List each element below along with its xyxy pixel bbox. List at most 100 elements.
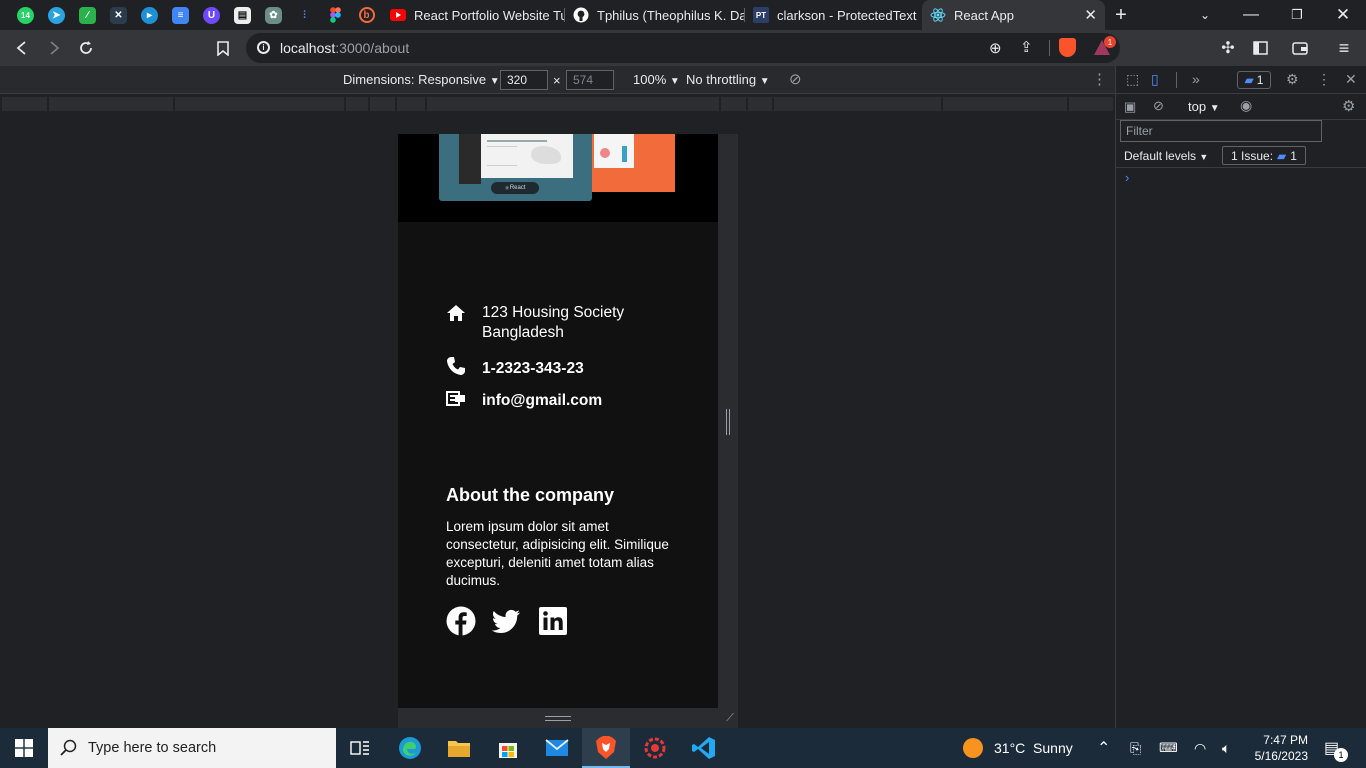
width-input[interactable]: 320 (500, 70, 548, 90)
ruler-segment[interactable] (175, 97, 344, 111)
extensions-button[interactable]: ✣ (1212, 30, 1244, 66)
meet-now-icon[interactable]: ⎘ (1130, 728, 1141, 768)
address-bar[interactable]: i localhost:3000/about ⊕ ⇪ 1 (246, 33, 1120, 63)
ruler-segment[interactable] (427, 97, 719, 111)
corner-resize-icon[interactable]: ⟋ (726, 712, 734, 725)
pinned-tab-telegram[interactable]: ➤ (41, 0, 72, 30)
ruler-segment[interactable] (345, 97, 368, 111)
more-options-icon[interactable]: ⋮ (1092, 70, 1107, 88)
menu-button[interactable]: ≡ (1328, 30, 1360, 66)
pinned-tab-whatsapp[interactable]: 14 (10, 0, 41, 30)
sidebar-icon (1252, 41, 1268, 55)
taskbar-app-red[interactable] (631, 728, 679, 768)
ruler-segment[interactable] (2, 97, 47, 111)
inspect-element-icon[interactable]: ⬚ (1126, 71, 1139, 88)
taskbar-mail[interactable] (533, 728, 581, 768)
viewport-resize-handle-right[interactable] (718, 134, 738, 708)
tab-react-app[interactable]: React App ✕ (922, 0, 1105, 30)
settings-icon[interactable]: ⚙ (1286, 71, 1299, 88)
share-icon[interactable]: ⇪ (1020, 38, 1033, 56)
page-viewport[interactable]: ⚛ React 123 Housing Society Bangladesh 1… (398, 134, 718, 708)
taskbar-store[interactable] (484, 728, 532, 768)
pinned-tab-analytics[interactable]: ⫶ (289, 0, 320, 30)
restore-button[interactable]: ❐ (1274, 0, 1320, 30)
wallet-button[interactable] (1284, 30, 1316, 66)
notification-center[interactable]: ▤ 1 (1324, 728, 1348, 768)
volume-icon[interactable]: 🔈︎ (1222, 728, 1230, 768)
messages-badge[interactable]: ▰ 1 (1237, 71, 1271, 89)
minimize-button[interactable]: — (1228, 0, 1274, 30)
ruler-segment[interactable] (774, 97, 941, 111)
pinned-tab-news[interactable]: ▤ (227, 0, 258, 30)
forward-button[interactable] (38, 30, 70, 66)
reload-button[interactable] (70, 30, 102, 66)
close-tab-icon[interactable]: ✕ (1084, 6, 1097, 24)
ruler-segment[interactable] (748, 97, 773, 111)
start-button[interactable] (0, 728, 48, 768)
issues-button[interactable]: 1 Issue: ▰ 1 (1222, 146, 1306, 165)
task-view-button[interactable] (336, 728, 384, 768)
weather-widget[interactable]: 31°C Sunny (963, 728, 1073, 768)
zoom-icon[interactable]: ⊕ (989, 39, 1002, 57)
pinned-tab-proton[interactable]: U (196, 0, 227, 30)
filter-input[interactable]: Filter (1120, 120, 1322, 142)
docs-icon: ≡ (172, 6, 189, 24)
clock[interactable]: 7:47 PM 5/16/2023 (1252, 728, 1308, 768)
taskbar-search[interactable]: Type here to search (48, 728, 336, 768)
pinned-tab-play[interactable]: ▸ (134, 0, 165, 30)
tab-protectedtext[interactable]: PT clarkson - ProtectedText (745, 0, 922, 30)
throttling-dropdown[interactable]: No throttling ▼ (686, 72, 770, 87)
ruler-segment[interactable] (397, 97, 426, 111)
back-button[interactable] (6, 30, 38, 66)
device-toolbar: Dimensions: Responsive ▼ 320 × 574 100% … (0, 66, 1115, 94)
taskbar-vscode[interactable] (680, 728, 728, 768)
pinned-tab-b[interactable]: b (351, 0, 382, 30)
ruler-segment[interactable] (48, 97, 174, 111)
close-window-button[interactable]: ✕ (1320, 0, 1366, 30)
more-tabs-icon[interactable]: » (1192, 71, 1200, 87)
zoom-dropdown[interactable]: 100% ▼ (633, 72, 680, 87)
bookmark-button[interactable] (207, 30, 239, 66)
close-devtools-icon[interactable]: ✕ (1345, 71, 1357, 88)
taskbar-file-explorer[interactable] (435, 728, 483, 768)
console-settings-icon[interactable]: ⚙ (1342, 97, 1355, 115)
tab-github[interactable]: Tphilus (Theophilus K. Dadz (565, 0, 745, 30)
taskbar-brave[interactable] (582, 728, 630, 768)
pinned-tab-chatgpt[interactable]: ✿ (258, 0, 289, 30)
tab-search-icon[interactable]: ⌄ (1182, 0, 1228, 30)
dimensions-dropdown[interactable]: Dimensions: Responsive ▼ (343, 72, 500, 87)
new-tab-button[interactable]: + (1098, 0, 1144, 30)
height-input[interactable]: 574 (566, 70, 614, 90)
site-info-icon[interactable]: i (257, 41, 270, 54)
ruler-segment[interactable] (942, 97, 1068, 111)
tab-youtube[interactable]: React Portfolio Website Tut (382, 0, 565, 30)
console-prompt[interactable]: › (1125, 170, 1129, 185)
device-toggle-icon[interactable]: ▯ (1151, 71, 1159, 88)
brave-shields-icon[interactable] (1059, 38, 1076, 57)
ruler-segment[interactable] (1069, 97, 1114, 111)
taskbar-edge[interactable] (386, 728, 434, 768)
network-icon[interactable]: ◠ (1194, 728, 1206, 768)
ruler-segment[interactable] (369, 97, 396, 111)
media-query-ruler[interactable] (0, 95, 1115, 112)
levels-dropdown[interactable]: Default levels ▼ (1124, 149, 1208, 163)
twitter-icon[interactable] (491, 606, 521, 636)
viewport-resize-handle-bottom[interactable]: ⟋ (398, 708, 738, 728)
context-selector[interactable]: top ▼ (1188, 99, 1220, 114)
eye-icon[interactable]: ◉ (1240, 97, 1252, 114)
pinned-tab-docs[interactable]: ≡ (165, 0, 196, 30)
pinned-tab-feedly[interactable]: ⁄ (72, 0, 103, 30)
more-options-icon[interactable]: ⋮ (1317, 71, 1331, 88)
pinned-tab-tool[interactable]: ✕ (103, 0, 134, 30)
email-address[interactable]: info@gmail.com (482, 391, 602, 411)
pinned-tab-figma[interactable] (320, 0, 351, 30)
ruler-segment[interactable] (720, 97, 747, 111)
clear-console-icon[interactable]: ⊘ (1153, 98, 1164, 114)
linkedin-icon[interactable] (538, 606, 568, 636)
sidebar-toggle-icon[interactable]: ▣ (1124, 99, 1136, 115)
sidebar-toggle-button[interactable] (1244, 30, 1276, 66)
keyboard-language-icon[interactable]: ⌨ (1159, 728, 1178, 768)
facebook-icon[interactable] (446, 606, 476, 636)
rotate-icon[interactable]: ⊘ (789, 70, 802, 88)
show-hidden-icons[interactable]: ⌃ (1097, 728, 1110, 768)
